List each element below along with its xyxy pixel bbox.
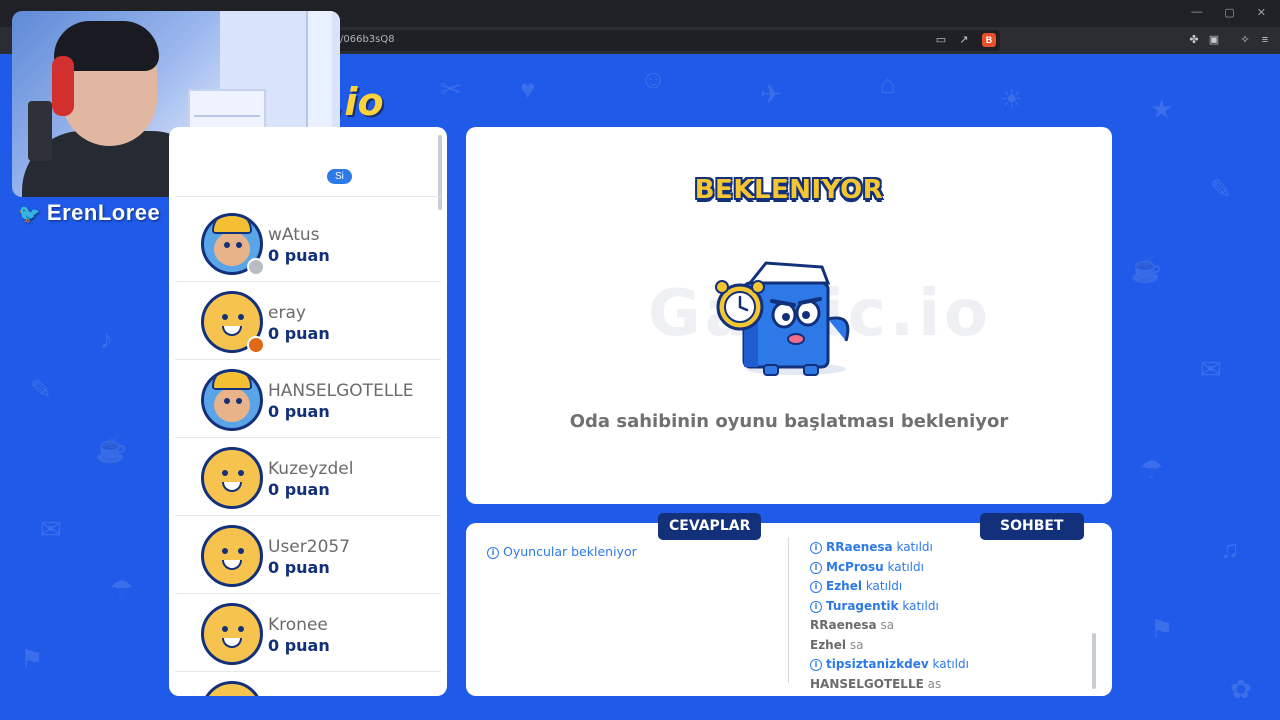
player-avatar bbox=[201, 447, 263, 509]
window-controls: — ▢ ✕ bbox=[1191, 6, 1266, 19]
extensions-icon[interactable]: ✤ bbox=[1187, 33, 1201, 47]
player-row[interactable]: User2057 0 puan bbox=[175, 516, 441, 594]
chat-text: katıldı bbox=[865, 579, 903, 593]
chat-line: i Ezhel katıldı bbox=[810, 579, 1090, 599]
player-score: 0 puan bbox=[268, 636, 330, 655]
player-name: wAtus bbox=[268, 225, 320, 245]
chat-line: Ezhel sa bbox=[810, 638, 1090, 658]
player-row[interactable]: Kuzeyzdel 0 puan bbox=[175, 438, 441, 516]
waiting-message: Oda sahibinin oyunu başlatması bekleniyo… bbox=[569, 411, 1009, 432]
player-row[interactable] bbox=[175, 672, 441, 696]
sidebar-icon[interactable]: ▣ bbox=[1207, 33, 1221, 47]
info-icon: i bbox=[810, 581, 822, 593]
chat-line: RRaenesa sa bbox=[810, 618, 1090, 638]
streamer-handle-text: ErenLoree bbox=[46, 200, 161, 225]
chat-text: sa bbox=[880, 618, 895, 632]
player-name: HANSELGOTELLE bbox=[268, 381, 414, 401]
player-score: 0 puan bbox=[268, 402, 330, 421]
info-icon: i bbox=[810, 561, 822, 574]
answers-chat-panel: CEVAPLAR SOHBET i Oyuncular bekleniyor iR… bbox=[466, 513, 1112, 696]
chat-user: RRaenesa bbox=[826, 540, 893, 554]
player-score: 0 puan bbox=[268, 324, 330, 343]
maximize-button[interactable]: ▢ bbox=[1224, 6, 1234, 19]
minimize-button[interactable]: — bbox=[1191, 6, 1202, 19]
chat-text: as bbox=[927, 676, 942, 691]
chat-log[interactable]: i RRaenesa katıldı i McProsu katıldı i Ezhe… bbox=[810, 540, 1090, 690]
chat-line: i tipsiztanizkdev katıldı bbox=[810, 657, 1090, 677]
wallet-icon[interactable]: ✧ bbox=[1238, 33, 1252, 47]
chat-text: sa bbox=[849, 637, 864, 652]
chat-line: HANSELGOTELLE as bbox=[810, 677, 1090, 691]
status-dot bbox=[247, 258, 265, 276]
info-icon: i bbox=[810, 600, 822, 613]
answers-status-text: Oyuncular bekleniyor bbox=[503, 544, 637, 559]
answers-status: i Oyuncular bekleniyor bbox=[487, 544, 637, 559]
player-score: 0 puan bbox=[268, 480, 330, 499]
brave-shield-icon[interactable]: B bbox=[982, 33, 996, 47]
player-name: Kronee bbox=[268, 615, 328, 635]
player-score: 0 puan bbox=[268, 558, 330, 577]
close-button[interactable]: ✕ bbox=[1257, 6, 1266, 19]
chat-text: katıldı bbox=[932, 657, 969, 671]
waiting-panel: Gartic.io BEKLENIYOR Oda sahibinin oyunu… bbox=[466, 127, 1112, 504]
info-icon: i bbox=[487, 547, 499, 559]
player-avatar bbox=[201, 369, 263, 431]
info-icon: i bbox=[810, 659, 822, 671]
chat-line: i Turagentik katıldı bbox=[810, 599, 1090, 619]
panel-divider bbox=[788, 537, 789, 683]
player-row[interactable]: eray 0 puan bbox=[175, 282, 441, 360]
chat-line: i RRaenesa katıldı bbox=[810, 540, 1090, 560]
player-name: User2057 bbox=[268, 537, 351, 557]
chat-user: Turagentik bbox=[826, 598, 899, 613]
player-avatar bbox=[201, 681, 263, 696]
chat-text: katıldı bbox=[896, 540, 933, 554]
player-score: 0 puan bbox=[268, 246, 330, 265]
player-row[interactable]: wAtus 0 puan bbox=[175, 204, 441, 282]
chat-user: RRaenesa bbox=[810, 618, 877, 632]
player-row[interactable]: Si bbox=[175, 127, 441, 197]
player-name: eray bbox=[268, 303, 306, 323]
waiting-mascot-icon bbox=[715, 261, 850, 376]
chat-user: HANSELGOTELLE bbox=[810, 676, 924, 691]
twitter-icon: 🐦 bbox=[18, 204, 41, 224]
chat-user: Ezhel bbox=[810, 637, 846, 652]
chat-text: katıldı bbox=[902, 598, 939, 613]
player-avatar bbox=[201, 525, 263, 587]
chat-user: McProsu bbox=[826, 559, 884, 574]
menu-icon[interactable]: ≡ bbox=[1258, 33, 1272, 47]
waiting-title: BEKLENIYOR bbox=[694, 175, 884, 205]
chat-line: i McProsu katıldı bbox=[810, 560, 1090, 580]
chat-user: Ezhel bbox=[826, 579, 862, 593]
player-badge: Si bbox=[327, 169, 352, 184]
chat-text: katıldı bbox=[887, 559, 924, 574]
cast-icon[interactable]: ▭ bbox=[934, 33, 948, 47]
streamer-handle: 🐦 ErenLoree bbox=[18, 200, 160, 226]
chat-user: tipsiztanizkdev bbox=[826, 657, 929, 671]
share-icon[interactable]: ↗ bbox=[957, 33, 971, 47]
info-icon: i bbox=[810, 542, 822, 554]
players-panel[interactable]: Si wAtus 0 puan eray 0 puan HANSELGOTELL… bbox=[169, 127, 447, 696]
address-bar[interactable] bbox=[330, 30, 1000, 51]
player-name: Kuzeyzdel bbox=[268, 459, 354, 479]
player-row[interactable]: HANSELGOTELLE 0 puan bbox=[175, 360, 441, 438]
chat-scrollbar[interactable] bbox=[1092, 633, 1096, 689]
tab-answers[interactable]: CEVAPLAR bbox=[658, 513, 762, 540]
player-row[interactable]: Kronee 0 puan bbox=[175, 594, 441, 672]
address-url[interactable]: /066b3sQ8 bbox=[340, 34, 395, 45]
player-avatar bbox=[201, 603, 263, 665]
status-dot bbox=[247, 336, 265, 354]
tab-chat[interactable]: SOHBET bbox=[980, 513, 1084, 540]
